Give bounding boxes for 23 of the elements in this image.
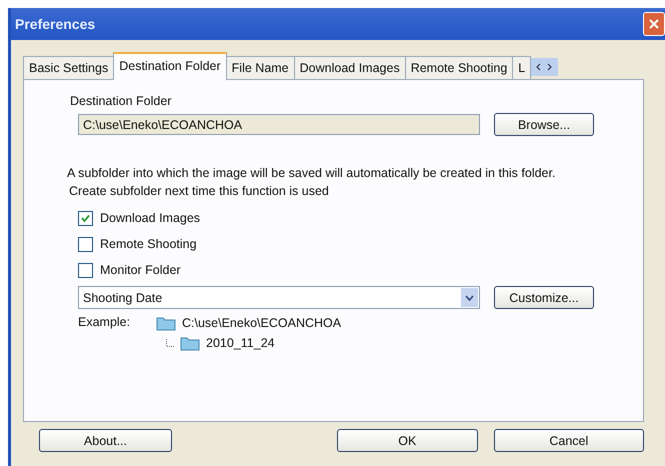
tab[interactable]: Destination Folder — [113, 52, 227, 80]
tab[interactable]: Remote Shooting — [404, 56, 514, 80]
customize-button[interactable]: Customize... — [494, 286, 594, 309]
example-label: Example: — [78, 315, 132, 331]
description-text: A subfolder into which the image will be saved will automatically be created in this folder. — [67, 165, 556, 182]
cancel-button[interactable]: Cancel — [494, 429, 644, 452]
field-label: Destination Folder — [70, 94, 172, 108]
checkbox-label: Download Images — [100, 211, 200, 225]
destination-field[interactable]: C:\use\Eneko\ECOANCHOA — [78, 114, 480, 135]
about-button[interactable]: About... — [39, 429, 172, 452]
tab[interactable]: Download Images — [294, 56, 406, 80]
browse-button[interactable]: Browse... — [494, 113, 594, 136]
ok-button[interactable]: OK — [336, 429, 478, 452]
description-text: Create subfolder next time this function is used — [69, 183, 330, 200]
checkbox-label: Monitor Folder — [100, 263, 181, 277]
tab[interactable]: Basic Settings — [23, 56, 114, 80]
folder-name: 2010_11_24 — [206, 336, 275, 350]
window-title: Preferences — [15, 16, 96, 32]
tab[interactable]: File Name — [226, 56, 295, 80]
tab[interactable]: L — [512, 56, 532, 80]
folder-path: C:\use\Eneko\ECOANCHOA — [182, 316, 342, 330]
subfolder-dropdown[interactable]: Shooting Date — [78, 286, 480, 309]
checkbox-label: Remote Shooting — [100, 237, 197, 251]
